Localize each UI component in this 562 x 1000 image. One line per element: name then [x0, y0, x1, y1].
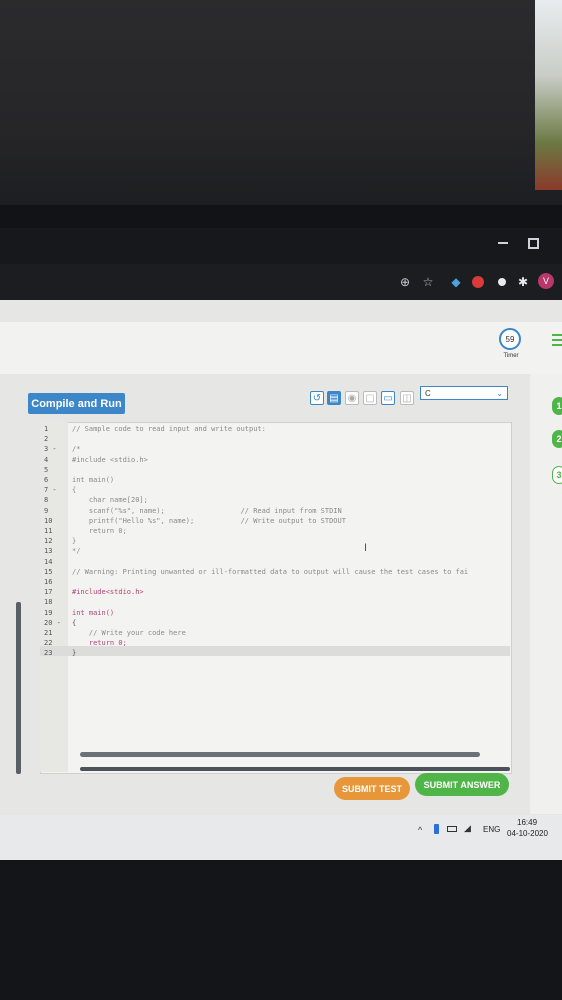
page-scrollbar[interactable]: [16, 602, 21, 774]
code-text: return 0;: [72, 527, 127, 535]
save-icon[interactable]: ▤: [327, 391, 341, 405]
background-window: [535, 0, 562, 190]
split-icon[interactable]: ◫: [400, 391, 414, 405]
line-number: 4: [44, 455, 49, 464]
line-number: 12: [44, 537, 53, 546]
reset-icon[interactable]: ↺: [310, 391, 324, 405]
network-icon[interactable]: ◢: [464, 823, 471, 834]
question-1-pill[interactable]: 1: [552, 397, 562, 415]
compile-run-button[interactable]: Compile and Run: [28, 393, 125, 414]
chevron-up-icon[interactable]: ^: [418, 825, 422, 835]
code-text: char name[20];: [72, 496, 148, 505]
submit-test-button[interactable]: SUBMIT TEST: [334, 777, 410, 800]
line-number: 22: [44, 639, 53, 648]
location-icon[interactable]: ⊕: [398, 275, 412, 289]
clock-date[interactable]: 04-10-2020: [507, 829, 548, 838]
editor-scrollbar-track[interactable]: [80, 767, 510, 771]
minimize-icon[interactable]: [498, 242, 508, 244]
code-text: {: [72, 486, 77, 495]
windows-taskbar: ^ ◢ ENG 16:49 04-10-2020: [0, 815, 562, 860]
profile-avatar[interactable]: V: [538, 273, 554, 289]
background-room: [0, 0, 562, 215]
code-text: #include <stdio.h>: [72, 455, 148, 464]
question-2-pill[interactable]: 2: [552, 430, 562, 448]
monitor-bottom-bezel: [0, 860, 562, 1000]
star-icon[interactable]: ☆: [421, 275, 435, 289]
code-text: #include<stdio.h>: [72, 588, 144, 597]
timer-label: Timer: [503, 353, 519, 359]
question-3-pill[interactable]: 3: [552, 466, 562, 484]
text-cursor-icon: I: [364, 542, 368, 554]
line-number: 7 -: [44, 486, 57, 495]
line-number: 16: [44, 578, 53, 586]
line-number: 21: [44, 629, 53, 637]
line-number: 6: [44, 476, 49, 484]
puzzle-icon[interactable]: ✱: [516, 275, 530, 289]
fullscreen-icon[interactable]: ▢: [363, 391, 377, 405]
line-number: 14: [44, 557, 53, 566]
code-text: // Warning: Printing unwanted or ill-for…: [72, 567, 469, 576]
code-text: return 0;: [72, 639, 127, 648]
code-lines[interactable]: 1 // Sample code to read input and write …: [0, 0, 562, 657]
line-number: 9: [44, 506, 49, 515]
clock-time[interactable]: 16:49: [517, 818, 537, 827]
extension-audio-icon[interactable]: ◆: [449, 275, 463, 289]
code-text: scanf("%s", name); // Read input from ST…: [72, 506, 342, 515]
theme-icon[interactable]: ◉: [345, 391, 359, 405]
extension-record-icon[interactable]: [472, 276, 484, 288]
line-number: 13: [44, 547, 53, 556]
chevron-down-icon: ⌄: [496, 388, 503, 398]
line-number: 5: [44, 465, 49, 474]
language-value: C: [425, 388, 431, 398]
bluetooth-icon[interactable]: [434, 824, 439, 834]
restore-icon[interactable]: [528, 238, 539, 249]
code-text: // Sample code to read input and write o…: [72, 425, 266, 433]
line-number: 2: [44, 435, 49, 444]
code-text: {: [72, 618, 77, 627]
code-text: */: [72, 547, 81, 556]
code-text: int main(): [72, 608, 115, 617]
code-text: }: [72, 649, 77, 658]
line-number: 20 -: [44, 618, 61, 627]
browser-title-bar: [0, 228, 562, 264]
hamburger-menu-icon[interactable]: [552, 334, 562, 346]
browser-toolbar: ⊕ ☆ ◆ ✱ V: [0, 264, 562, 300]
code-text: /*: [72, 445, 81, 454]
line-number: 15: [44, 567, 53, 576]
line-number: 10: [44, 516, 53, 525]
extension-dot-icon[interactable]: [498, 278, 506, 286]
line-number: 18: [44, 598, 53, 607]
line-number: 23: [44, 649, 53, 658]
battery-icon[interactable]: [447, 826, 457, 832]
line-number: 8: [44, 496, 49, 505]
code-text: int main(): [72, 476, 115, 484]
test-header: 59 Timer: [0, 322, 562, 374]
language-indicator[interactable]: ENG: [483, 825, 500, 834]
timer-circle: 59: [499, 328, 521, 350]
timer-value: 59: [505, 334, 515, 344]
line-number: 3 -: [44, 445, 57, 454]
code-text: // Write your code here: [72, 629, 186, 637]
line-number: 1: [44, 425, 49, 433]
line-number: 11: [44, 527, 53, 535]
code-text: }: [72, 537, 77, 546]
language-select[interactable]: C ⌄: [420, 386, 508, 400]
submit-answer-button[interactable]: SUBMIT ANSWER: [415, 773, 509, 796]
line-number: 17: [44, 588, 53, 597]
layout-icon[interactable]: ▭: [381, 391, 395, 405]
code-text: printf("Hello %s", name); // Write outpu…: [72, 516, 346, 525]
editor-scrollbar[interactable]: [80, 752, 480, 757]
line-number: 19: [44, 608, 53, 617]
